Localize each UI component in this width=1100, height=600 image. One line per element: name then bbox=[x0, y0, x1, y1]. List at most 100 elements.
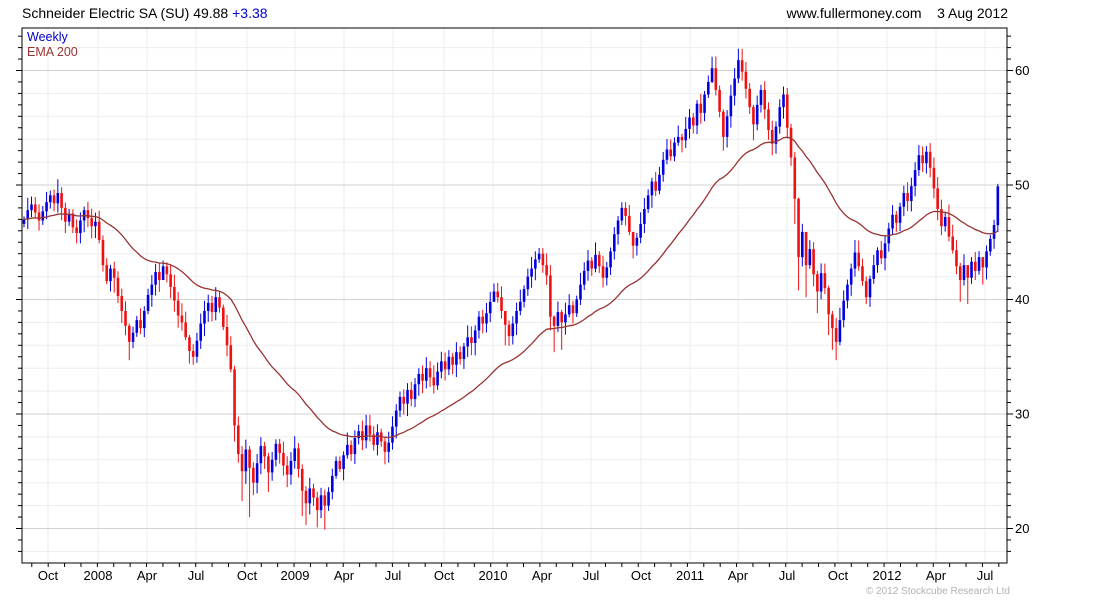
candle-body bbox=[624, 207, 627, 216]
candle-body bbox=[462, 346, 466, 360]
last-price: 49.88 bbox=[193, 5, 229, 21]
x-axis-label: Jul bbox=[385, 568, 402, 583]
candle-body bbox=[793, 157, 797, 199]
candle-body bbox=[669, 149, 673, 157]
candle-body bbox=[932, 167, 936, 189]
x-axis-label: Jul bbox=[583, 568, 600, 583]
legend-ema: EMA 200 bbox=[27, 45, 78, 59]
candle-body bbox=[458, 352, 462, 360]
candle-body bbox=[759, 89, 763, 105]
candle-body bbox=[902, 193, 906, 207]
candle-body bbox=[643, 209, 646, 224]
candle-body bbox=[417, 373, 421, 385]
candle-body bbox=[947, 217, 951, 237]
candle-body bbox=[571, 305, 575, 314]
candle-body bbox=[943, 217, 947, 227]
candle-body bbox=[376, 432, 379, 445]
candle-body bbox=[255, 463, 259, 483]
candle-body bbox=[440, 361, 443, 372]
candle-body bbox=[289, 460, 293, 475]
price-chart-canvas: 20 30 40 50 60 Oct 2008 Apr Jul Oct 2009 Apr Jul Oct 2… bbox=[16, 27, 1029, 583]
candle-body bbox=[676, 136, 680, 143]
candle-body bbox=[785, 94, 789, 128]
candle-body bbox=[52, 195, 56, 204]
candle-body bbox=[605, 267, 609, 278]
candle-body bbox=[744, 71, 748, 89]
candle-body bbox=[383, 441, 387, 452]
x-axis-label: Apr bbox=[728, 568, 749, 583]
candle-body bbox=[477, 316, 481, 331]
candle-body bbox=[293, 448, 297, 461]
candle-body bbox=[586, 260, 590, 271]
candle-body bbox=[507, 324, 511, 337]
candle-body bbox=[150, 284, 154, 295]
instrument-title: Schneider Electric SA (SU) bbox=[22, 5, 190, 21]
candle-body bbox=[691, 117, 695, 126]
candle-body bbox=[191, 351, 195, 357]
candle-body bbox=[116, 277, 120, 297]
candle-body bbox=[597, 254, 601, 267]
candle-body bbox=[778, 107, 782, 127]
candle-body bbox=[432, 377, 436, 386]
x-axis-label: Jul bbox=[779, 568, 796, 583]
candle-body bbox=[898, 206, 902, 223]
candle-body bbox=[797, 198, 800, 258]
candle-body bbox=[45, 202, 48, 212]
candle-body bbox=[872, 265, 876, 279]
candle-body bbox=[319, 495, 323, 511]
candle-body bbox=[522, 289, 526, 302]
candle-body bbox=[466, 337, 469, 347]
candle-body bbox=[308, 488, 312, 504]
candle-body bbox=[346, 444, 349, 456]
candle-body bbox=[928, 151, 932, 168]
x-axis-label: Apr bbox=[334, 568, 355, 583]
candle-body bbox=[752, 107, 755, 125]
candle-body bbox=[409, 389, 413, 400]
candle-body bbox=[579, 284, 582, 300]
candle-body bbox=[680, 136, 684, 141]
candle-body bbox=[97, 221, 101, 240]
x-axis-label: 2010 bbox=[479, 568, 508, 583]
candle-body bbox=[188, 337, 191, 352]
source-block: www.fullermoney.com 3 Aug 2012 bbox=[786, 5, 1008, 21]
candle-body bbox=[861, 266, 864, 282]
candle-body bbox=[537, 253, 541, 260]
candle-body bbox=[650, 181, 654, 196]
candle-body bbox=[925, 151, 928, 164]
candle-body bbox=[146, 294, 150, 311]
candle-body bbox=[30, 204, 33, 211]
candle-body bbox=[173, 286, 176, 301]
candle-body bbox=[831, 314, 834, 329]
candle-body bbox=[737, 60, 740, 79]
candle-body bbox=[876, 250, 879, 266]
candle-body bbox=[436, 371, 439, 386]
x-axis-label: 2008 bbox=[84, 568, 113, 583]
candle-body bbox=[895, 214, 898, 223]
candle-body bbox=[733, 78, 736, 96]
candle-body bbox=[203, 310, 206, 324]
candle-body bbox=[913, 170, 917, 187]
x-axis-label: Oct bbox=[434, 568, 455, 583]
x-axis-label: Jul bbox=[977, 568, 994, 583]
candle-body bbox=[428, 368, 432, 378]
candle-body bbox=[75, 227, 78, 234]
candle-body bbox=[402, 396, 406, 404]
candle-body bbox=[849, 268, 853, 285]
candle-body bbox=[109, 268, 112, 282]
candle-body bbox=[229, 345, 233, 370]
candle-body bbox=[857, 252, 861, 267]
date-label: 3 Aug 2012 bbox=[937, 5, 1008, 21]
candle-body bbox=[590, 260, 594, 269]
candle-body bbox=[609, 251, 612, 268]
candle-body bbox=[699, 103, 703, 113]
candle-body bbox=[285, 465, 289, 475]
candle-body bbox=[838, 320, 842, 342]
candle-body bbox=[218, 297, 221, 308]
candle-body bbox=[868, 278, 872, 298]
candle-body bbox=[816, 274, 819, 292]
candle-body bbox=[556, 312, 560, 326]
legend-timeframe: Weekly bbox=[27, 30, 68, 44]
candle-body bbox=[252, 467, 255, 483]
candle-body bbox=[763, 89, 767, 110]
candle-body bbox=[827, 288, 830, 315]
